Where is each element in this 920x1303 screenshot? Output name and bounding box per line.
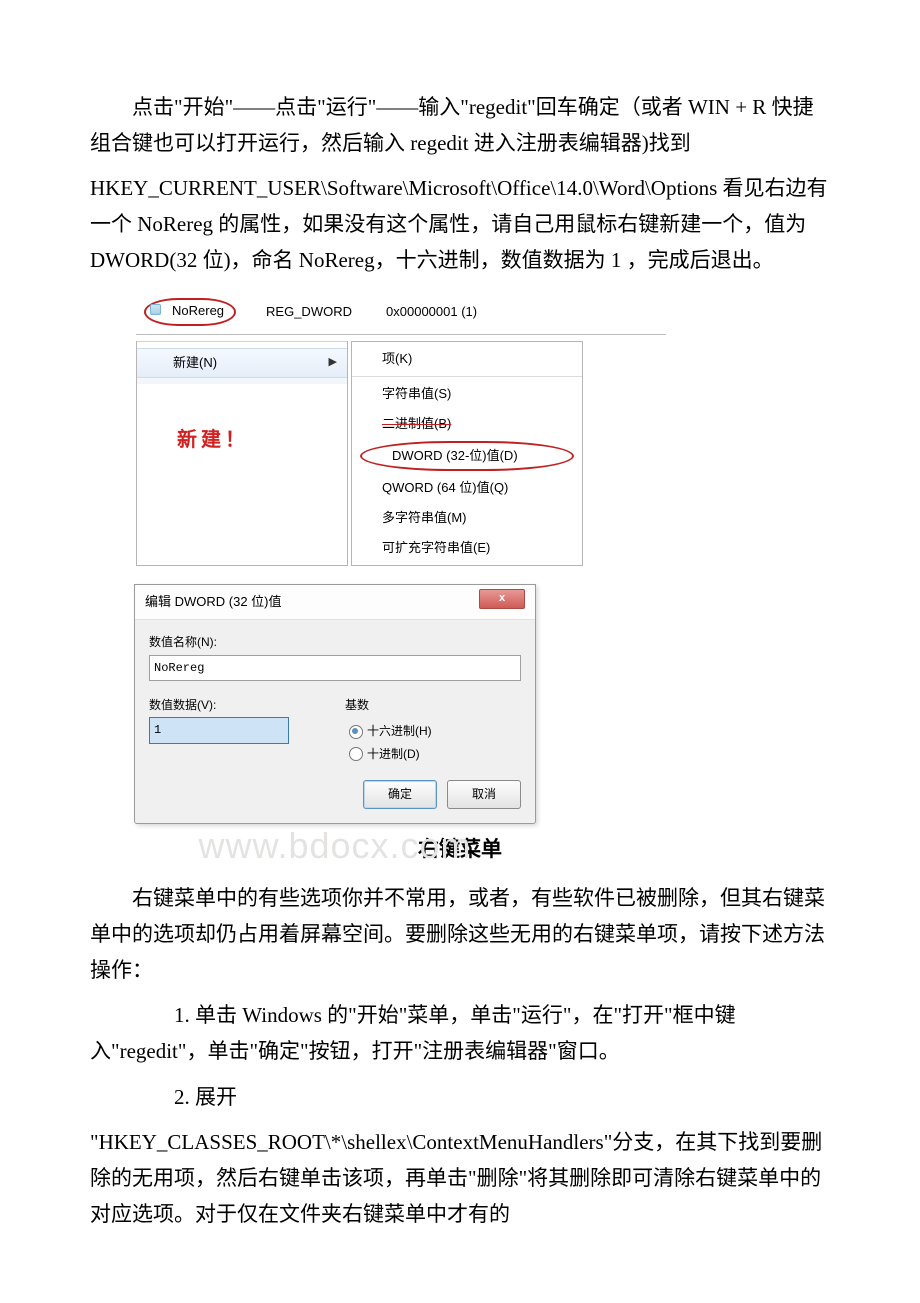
cancel-button[interactable]: 取消 xyxy=(447,780,521,808)
paragraph: 右键菜单中的有些选项你并不常用，或者，有些软件已被删除，但其右键菜单中的选项却仍… xyxy=(90,881,830,988)
close-icon: x xyxy=(499,592,505,604)
menu-item-qword[interactable]: QWORD (64 位)值(Q) xyxy=(352,473,582,503)
menu-item-multi-string[interactable]: 多字符串值(M) xyxy=(352,503,582,533)
dialog-button-row: 确定 取消 xyxy=(135,770,535,822)
body-text: HKEY_CURRENT_USER\Software\Microsoft\Off… xyxy=(90,176,828,271)
registry-value-row: NoRereg REG_DWORD 0x00000001 (1) xyxy=(136,294,666,329)
context-submenu: 项(K) 字符串值(S) 二进制值(B) DWORD (32-位)值(D) QW… xyxy=(351,341,583,567)
base-label: 基数 xyxy=(345,695,521,715)
value-data-label: 数值数据(V): xyxy=(149,695,325,715)
menu-item-dword-highlight[interactable]: DWORD (32-位)值(D) xyxy=(360,441,574,471)
menu-item-new[interactable]: 新建(N) ▶ xyxy=(137,348,347,378)
menu-item-label: DWORD (32-位)值(D) xyxy=(392,445,518,467)
menu-item-string[interactable]: 字符串值(S) xyxy=(352,379,582,409)
paragraph: 点击"开始"——点击"运行"——输入"regedit"回车确定（或者 WIN +… xyxy=(90,90,830,161)
radio-label: 十进制(D) xyxy=(367,744,420,764)
context-menus: 新建(N) ▶ 新建！ 项(K) 字符串值(S) 二进制值(B) xyxy=(136,341,666,567)
body-text: "HKEY_CLASSES_ROOT\*\shellex\ContextMenu… xyxy=(90,1130,822,1225)
radio-dec[interactable]: 十进制(D) xyxy=(349,744,521,764)
radio-icon xyxy=(349,725,363,739)
menu-item-label: 可扩充字符串值(E) xyxy=(382,537,490,559)
section-heading: 右键菜单 xyxy=(90,832,830,868)
body-text: 2. 展开 xyxy=(174,1085,237,1109)
dialog-title: 编辑 DWORD (32 位)值 xyxy=(145,591,282,613)
radio-label: 十六进制(H) xyxy=(367,721,432,741)
menu-item-label: 多字符串值(M) xyxy=(382,507,467,529)
document-page: 点击"开始"——点击"运行"——输入"regedit"回车确定（或者 WIN +… xyxy=(0,0,920,1303)
dialog-body: 数值名称(N): NoRereg 数值数据(V): 1 基数 十六进制(H) xyxy=(135,620,535,770)
menu-item-label: 新建(N) xyxy=(173,352,217,374)
paragraph: HKEY_CURRENT_USER\Software\Microsoft\Off… xyxy=(90,171,830,278)
dialog-titlebar: 编辑 DWORD (32 位)值 x xyxy=(135,585,535,620)
body-text: 1. 单击 Windows 的"开始"菜单，单击"运行"，在"打开"框中键入"r… xyxy=(90,1003,736,1063)
divider xyxy=(136,334,666,335)
context-menu-left: 新建(N) ▶ 新建！ xyxy=(136,341,348,567)
menu-item-label: 项(K) xyxy=(382,348,412,370)
menu-item-key[interactable]: 项(K) xyxy=(352,344,582,374)
numbered-paragraph: 2. 展开 xyxy=(90,1080,830,1116)
menu-item-expand-string[interactable]: 可扩充字符串值(E) xyxy=(352,533,582,563)
body-text: 点击"开始"——点击"运行"——输入"regedit"回车确定（或者 WIN +… xyxy=(90,95,814,155)
paragraph: "HKEY_CLASSES_ROOT\*\shellex\ContextMenu… xyxy=(90,1125,830,1232)
annotation-new: 新建！ xyxy=(177,423,249,457)
base-radio-group: 十六进制(H) 十进制(D) xyxy=(345,717,521,764)
registry-figure: NoRereg REG_DWORD 0x00000001 (1) 新建(N) ▶… xyxy=(136,294,666,566)
value-name-label: 数值名称(N): xyxy=(149,632,521,652)
value-data-input[interactable]: 1 xyxy=(149,717,289,743)
menu-item-binary[interactable]: 二进制值(B) xyxy=(352,409,582,439)
button-label: 取消 xyxy=(472,787,496,801)
menu-item-label: 字符串值(S) xyxy=(382,383,451,405)
edit-dword-dialog: www.bdocx.com 编辑 DWORD (32 位)值 x 数值名称(N)… xyxy=(134,584,536,823)
value-name-input[interactable]: NoRereg xyxy=(149,655,521,681)
menu-item-label: QWORD (64 位)值(Q) xyxy=(382,477,508,499)
menu-separator xyxy=(352,376,582,377)
button-label: 确定 xyxy=(388,787,412,801)
close-button[interactable]: x xyxy=(479,589,525,609)
body-text: 右键菜单中的有些选项你并不常用，或者，有些软件已被删除，但其右键菜单中的选项却仍… xyxy=(90,886,825,981)
radio-hex[interactable]: 十六进制(H) xyxy=(349,721,521,741)
registry-value-highlight: NoRereg xyxy=(144,298,236,325)
submenu-arrow-icon: ▶ xyxy=(329,353,337,372)
radio-icon xyxy=(349,747,363,761)
registry-value-data: 0x00000001 (1) xyxy=(386,301,477,323)
registry-value-name: NoRereg xyxy=(172,303,224,318)
numbered-paragraph: 1. 单击 Windows 的"开始"菜单，单击"运行"，在"打开"框中键入"r… xyxy=(90,998,830,1069)
ok-button[interactable]: 确定 xyxy=(363,780,437,808)
menu-item-label: 二进制值(B) xyxy=(382,413,451,435)
registry-value-type: REG_DWORD xyxy=(266,301,386,323)
